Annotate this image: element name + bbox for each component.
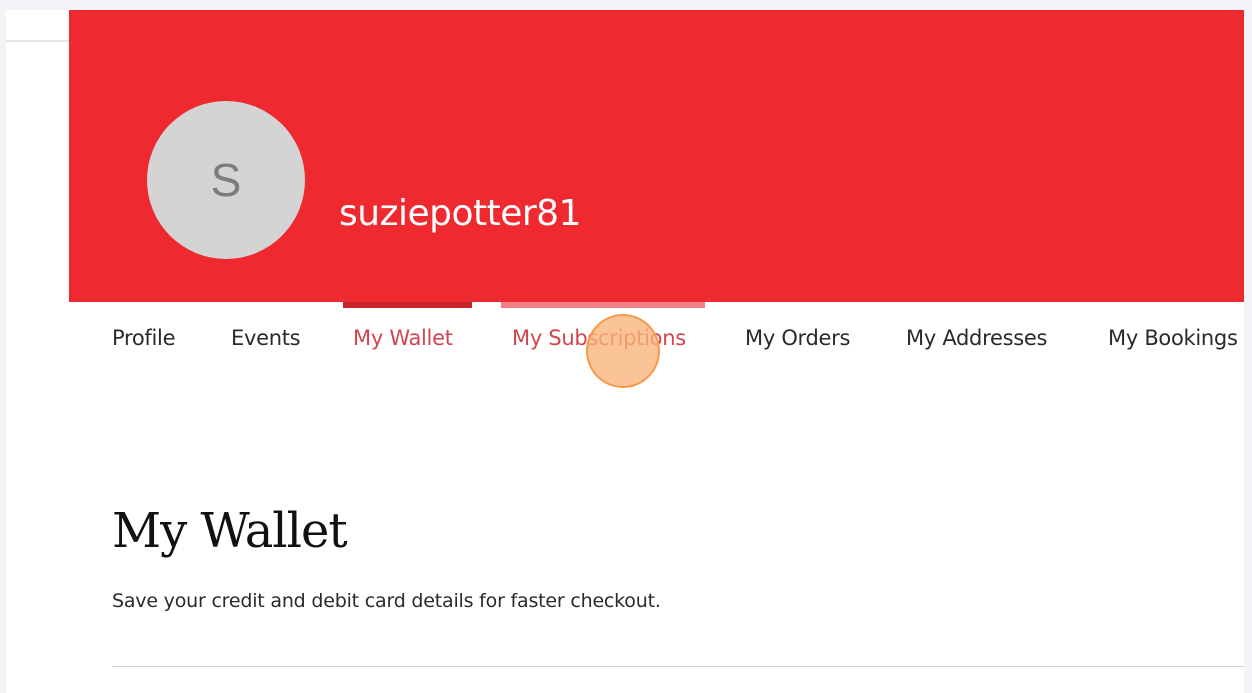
tab-my-orders[interactable]: My Orders	[745, 326, 850, 350]
page-description: Save your credit and debit card details …	[112, 590, 661, 612]
browser-viewport: S suziepotter81 Profile Events My Wallet…	[6, 10, 1244, 693]
content-divider	[112, 666, 1244, 667]
tab-my-bookings[interactable]: My Bookings	[1108, 326, 1238, 350]
avatar[interactable]: S	[147, 101, 305, 259]
click-indicator	[586, 314, 660, 388]
tab-profile[interactable]: Profile	[112, 326, 176, 350]
avatar-initial: S	[210, 154, 242, 206]
page-title: My Wallet	[112, 503, 348, 559]
gutter-divider	[6, 40, 69, 42]
tab-my-wallet[interactable]: My Wallet	[353, 326, 453, 350]
tab-indicator-my-subscriptions	[501, 302, 705, 308]
tab-events[interactable]: Events	[231, 326, 301, 350]
tab-my-addresses[interactable]: My Addresses	[906, 326, 1047, 350]
tab-indicator-my-wallet	[343, 302, 472, 308]
profile-banner: S suziepotter81	[69, 10, 1244, 302]
profile-username: suziepotter81	[339, 193, 581, 234]
